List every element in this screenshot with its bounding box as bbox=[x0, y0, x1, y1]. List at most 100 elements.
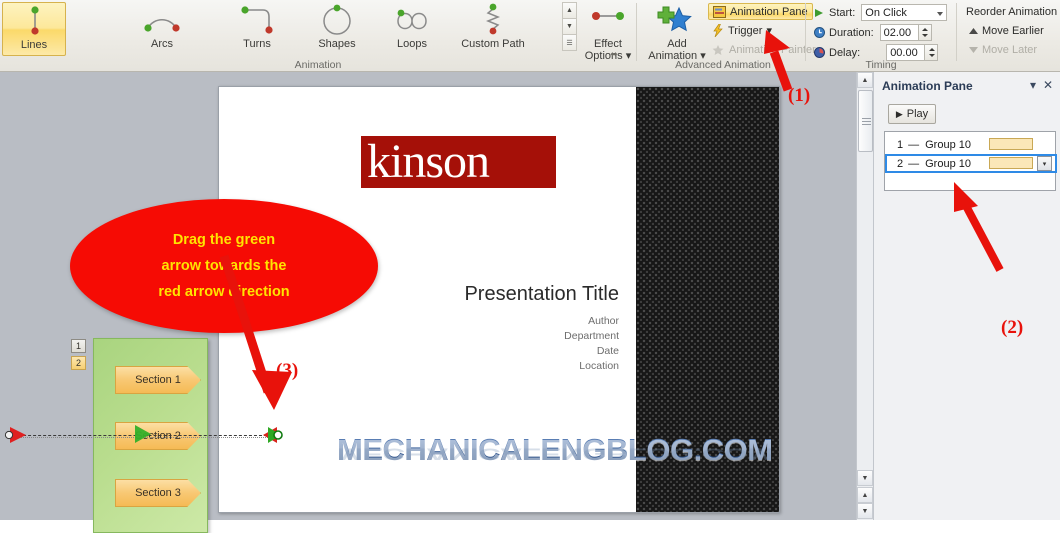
vertical-scrollbar[interactable]: ▲ ▼ ▲ ▼ bbox=[856, 72, 873, 520]
animation-pane-body: ▶ Play 1 — Group 10 2 — Group 10 ▾ bbox=[880, 98, 1059, 514]
animation-pane-title: Animation Pane bbox=[882, 79, 973, 93]
add-animation-button[interactable]: Add Animation ▾ bbox=[646, 2, 708, 62]
gallery-item-label: Loops bbox=[397, 38, 427, 50]
move-later-label: Move Later bbox=[982, 44, 1038, 56]
slide-logo: kinson bbox=[361, 136, 556, 188]
next-slide-button[interactable]: ▼ bbox=[857, 503, 873, 519]
group-label-advanced-animation: Advanced Animation bbox=[675, 59, 771, 71]
gallery-item-loops[interactable]: Loops bbox=[380, 2, 444, 56]
group-divider bbox=[636, 3, 637, 61]
animation-pane-menu-icon[interactable]: ▾ bbox=[1030, 78, 1036, 92]
duration-input[interactable]: 02.00 bbox=[879, 24, 919, 41]
gallery-item-label: Lines bbox=[20, 39, 48, 51]
gallery-item-label: Custom Path bbox=[461, 38, 525, 50]
motion-path-line-inner bbox=[8, 436, 272, 438]
chevron-down-icon: ▾ bbox=[766, 25, 772, 37]
annotation-marker-2: (2) bbox=[1001, 317, 1024, 338]
animation-pane: Animation Pane ▾ ✕ ▶ Play 1 — Group 10 2… bbox=[873, 72, 1060, 520]
animation-item-index: 2 bbox=[897, 157, 904, 170]
start-value: On Click bbox=[865, 7, 907, 19]
start-select[interactable]: On Click bbox=[861, 4, 948, 21]
annotation-marker-3: (3) bbox=[276, 360, 299, 381]
animation-item-index: 1 bbox=[897, 138, 904, 151]
slide-subtitle-department: Department bbox=[564, 330, 619, 342]
animation-item-dash: — bbox=[908, 138, 920, 151]
gallery-item-label: Shapes bbox=[318, 38, 356, 50]
motion-path-shapes-icon bbox=[305, 2, 369, 38]
animation-list[interactable]: 1 — Group 10 2 — Group 10 ▾ bbox=[884, 131, 1057, 191]
previous-slide-button[interactable]: ▲ bbox=[857, 487, 873, 503]
play-label: Play bbox=[906, 108, 929, 120]
motion-path-arcs-icon bbox=[130, 2, 194, 38]
ribbon-group-advanced-animation: Add Animation ▾ Animation Pane Trigger ▾ bbox=[640, 0, 816, 72]
animation-item-dropdown[interactable]: ▾ bbox=[1037, 156, 1052, 171]
gallery-item-arcs[interactable]: Arcs bbox=[130, 2, 194, 56]
duration-label: Duration: bbox=[829, 26, 874, 39]
scrollbar-grip bbox=[862, 118, 871, 125]
chevron-down-icon bbox=[937, 12, 944, 16]
play-icon: ▶ bbox=[895, 108, 903, 119]
gallery-scroll-buttons[interactable]: ▲ ▼ ☰ bbox=[562, 2, 577, 56]
start-row: Start: On Click bbox=[814, 3, 948, 22]
lightning-bolt-icon bbox=[712, 24, 724, 37]
triangle-down-icon bbox=[968, 46, 982, 54]
motion-path-turns-icon bbox=[225, 2, 289, 38]
scrollbar-thumb[interactable] bbox=[858, 90, 873, 152]
move-later-button: Move Later bbox=[968, 44, 1037, 56]
delay-label: Delay: bbox=[829, 46, 861, 59]
animation-painter-button: Animation Painter bbox=[708, 41, 820, 58]
animation-item-name: Group 10 bbox=[925, 138, 971, 151]
callout-line-3: red arrow direction bbox=[158, 284, 290, 300]
slide-subtitle-date: Date bbox=[596, 345, 619, 357]
gallery-item-turns[interactable]: Turns bbox=[225, 2, 289, 56]
start-label: Start: bbox=[829, 6, 856, 19]
watermark-reflection: MECHANICALENGBLOG.COM bbox=[337, 447, 773, 465]
duration-stepper[interactable] bbox=[918, 24, 932, 41]
animation-painter-label: Animation Painter bbox=[729, 43, 816, 56]
gallery-item-label: Arcs bbox=[151, 38, 173, 50]
scroll-up-icon[interactable]: ▲ bbox=[857, 72, 873, 88]
animation-pane-label: Animation Pane bbox=[730, 5, 808, 18]
gallery-item-custom-path[interactable]: Custom Path bbox=[450, 2, 536, 56]
animation-item-name: Group 10 bbox=[925, 157, 971, 170]
annotation-marker-1: (1) bbox=[788, 85, 811, 106]
trigger-label: Trigger bbox=[728, 24, 763, 37]
slide-workspace: kinson Presentation Title Author Departm… bbox=[0, 72, 856, 533]
animation-painter-icon bbox=[712, 44, 725, 56]
gallery-item-lines[interactable]: Lines bbox=[2, 2, 66, 56]
motion-path-custom-icon bbox=[450, 2, 536, 38]
clock-icon bbox=[814, 27, 826, 38]
gallery-scroll-down-icon[interactable]: ▼ bbox=[562, 18, 577, 35]
animation-list-item-1[interactable]: 1 — Group 10 bbox=[885, 135, 1057, 154]
ribbon-group-timing: Start: On Click Duration: 02.00 Delay: 0… bbox=[806, 0, 1060, 72]
gallery-more-icon[interactable]: ☰ bbox=[562, 34, 577, 51]
animation-timeline-bar[interactable] bbox=[989, 157, 1033, 169]
animation-list-item-2[interactable]: 2 — Group 10 ▾ bbox=[885, 154, 1057, 173]
reorder-animation-label: Reorder Animation bbox=[966, 6, 1058, 18]
sequence-tag-1[interactable]: 1 bbox=[71, 339, 86, 353]
animation-timeline-bar[interactable] bbox=[989, 138, 1033, 150]
animation-pane-button[interactable]: Animation Pane bbox=[708, 3, 813, 20]
add-animation-icon bbox=[646, 2, 708, 38]
gallery-item-shapes[interactable]: Shapes bbox=[305, 2, 369, 56]
triangle-up-icon bbox=[968, 27, 982, 35]
gallery-scroll-up-icon[interactable]: ▲ bbox=[562, 2, 577, 19]
animation-pane-icon bbox=[713, 5, 726, 18]
group-label-timing: Timing bbox=[865, 59, 897, 71]
play-button[interactable]: ▶ Play bbox=[888, 104, 936, 124]
animation-item-dash: — bbox=[908, 157, 920, 170]
move-earlier-button[interactable]: Move Earlier bbox=[968, 25, 1044, 37]
sequence-tag-2[interactable]: 2 bbox=[71, 356, 86, 370]
trigger-button[interactable]: Trigger ▾ bbox=[708, 22, 776, 39]
scroll-down-icon[interactable]: ▼ bbox=[857, 470, 873, 486]
play-green-icon bbox=[814, 8, 826, 18]
duration-row: Duration: 02.00 bbox=[814, 23, 932, 42]
gallery-item-label: Turns bbox=[243, 38, 271, 50]
close-icon[interactable]: ✕ bbox=[1043, 78, 1053, 92]
section-chevron-3[interactable]: Section 3 bbox=[115, 479, 201, 507]
group-label-animation: Animation bbox=[294, 59, 342, 71]
callout-line-2: arrow towards the bbox=[161, 258, 287, 274]
ribbon: Lines Arcs Turns Shapes Loops Custom Pat… bbox=[0, 0, 1060, 72]
section-chevron-1[interactable]: Section 1 bbox=[115, 366, 201, 394]
instruction-callout-text: Drag the green arrow towards the red arr… bbox=[124, 227, 324, 305]
